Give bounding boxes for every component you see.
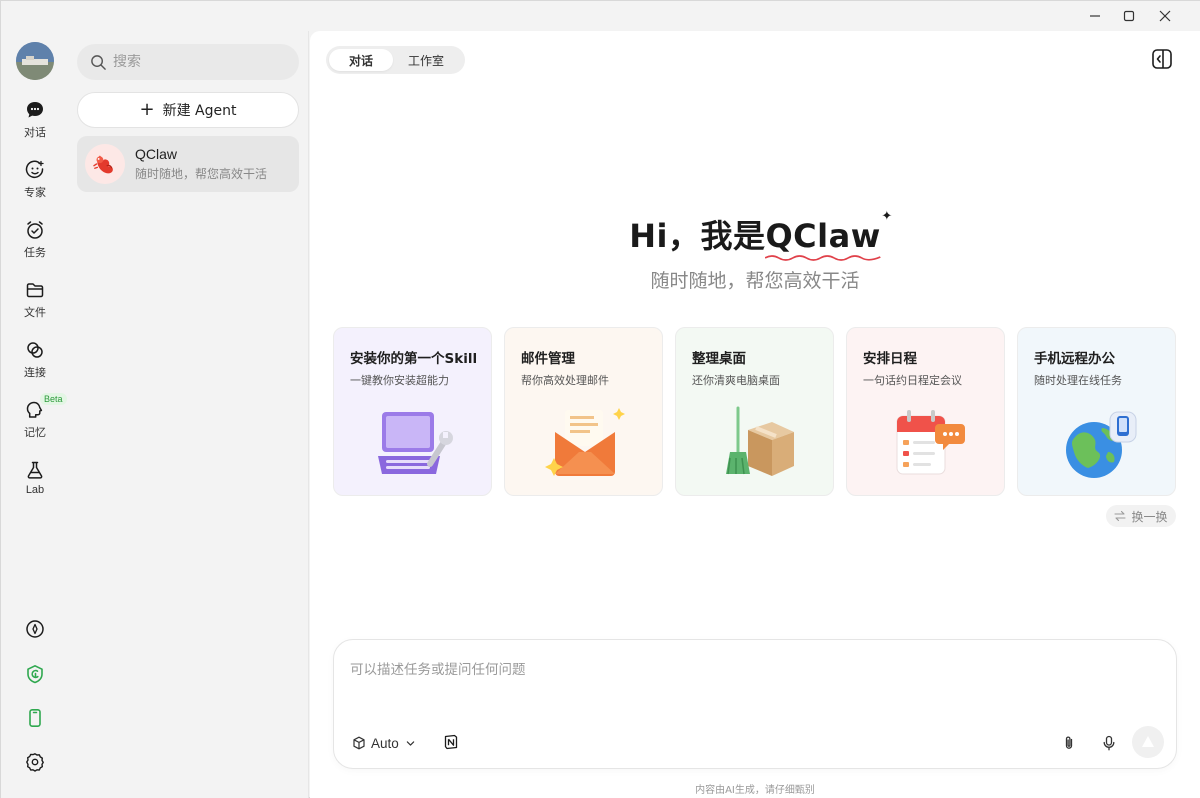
rail-label-connect: 连接 (24, 366, 46, 379)
rail-item-lab[interactable]: Lab (1, 459, 69, 511)
attach-button[interactable] (1058, 732, 1080, 754)
agent-item-qclaw[interactable]: QClaw 随时随地，帮您高效干活 (77, 136, 299, 192)
settings-button[interactable] (1, 747, 69, 777)
envelope-icon (545, 408, 625, 476)
voice-input-button[interactable] (1098, 732, 1120, 754)
chevron-down-icon (406, 740, 415, 746)
nav-rail: 对话 专家 任务 文件 连接 Beta 记忆 Lab (1, 31, 69, 798)
prompt-input[interactable] (350, 658, 1150, 708)
tab-studio[interactable]: 工作室 (393, 49, 459, 71)
send-arrow-icon (1142, 736, 1154, 747)
card-title: 整理桌面 (692, 351, 746, 367)
card-subtitle: 随时处理在线任务 (1034, 374, 1122, 387)
search-input[interactable] (113, 54, 283, 70)
swap-icon (1114, 510, 1127, 522)
title-bar (1, 1, 1200, 31)
rail-item-memory[interactable]: Beta 记忆 (1, 393, 69, 451)
calendar-icon (896, 410, 965, 475)
rail-label-task: 任务 (24, 246, 46, 259)
notion-icon[interactable] (443, 734, 459, 750)
card-desktop[interactable]: 整理桌面 还你清爽电脑桌面 (675, 327, 834, 496)
avatar[interactable] (16, 42, 54, 80)
search-icon (91, 54, 106, 70)
card-subtitle: 还你清爽电脑桌面 (692, 374, 780, 387)
compass-button[interactable] (1, 614, 69, 644)
maximize-icon (1123, 10, 1135, 22)
swap-label: 换一换 (1131, 509, 1168, 524)
card-title: 邮件管理 (521, 351, 575, 367)
ai-disclaimer: 内容由AI生成，请仔细甄别 (695, 785, 815, 796)
card-subtitle: 一键教你安装超能力 (350, 374, 449, 387)
hero-brand: QClaw ✦ (765, 209, 892, 261)
broom-box-icon (726, 406, 794, 476)
hero-subtitle: 随时随地，帮您高效干活 (650, 270, 860, 292)
card-email[interactable]: 邮件管理 帮你高效处理邮件 (504, 327, 663, 496)
shield-icon (27, 665, 43, 684)
hero-title: Hi，我是QClaw ✦ (310, 209, 1200, 261)
close-button[interactable] (1147, 5, 1183, 27)
sparkle-icon: ✦ (881, 209, 893, 224)
card-schedule[interactable]: 安排日程 一句话约日程定会议 (846, 327, 1005, 496)
phone-icon (29, 708, 41, 727)
rail-item-connect[interactable]: 连接 (1, 339, 69, 391)
hero-greeting: Hi，我是 (629, 217, 766, 255)
avatar-image (16, 42, 54, 80)
folder-icon (24, 279, 46, 301)
microphone-icon (1103, 735, 1115, 751)
link-icon (24, 339, 46, 361)
swap-button[interactable]: 换一换 (1106, 505, 1176, 527)
cube-icon (353, 736, 365, 750)
search-box[interactable] (77, 44, 299, 80)
model-selector[interactable]: Auto (352, 732, 416, 754)
plus-icon: + (139, 98, 155, 120)
globe-phone-icon (1066, 411, 1137, 478)
minimize-button[interactable] (1077, 5, 1113, 27)
squiggle-underline (765, 255, 881, 261)
rail-label-expert: 专家 (24, 186, 46, 199)
composer: Auto (333, 639, 1177, 769)
maximize-button[interactable] (1111, 5, 1147, 27)
close-icon (1159, 10, 1171, 22)
agent-sidebar: + 新建 Agent QClaw 随时随地，帮您高效干活 (69, 31, 309, 798)
card-subtitle: 帮你高效处理邮件 (521, 374, 609, 387)
card-remote-office[interactable]: 手机远程办公 随时处理在线任务 (1017, 327, 1176, 496)
phone-button[interactable] (1, 703, 69, 733)
rail-item-task[interactable]: 任务 (1, 219, 69, 271)
chat-icon (24, 99, 46, 121)
minimize-icon (1090, 15, 1100, 17)
card-subtitle: 一句话约日程定会议 (863, 374, 962, 387)
settings-icon (26, 753, 44, 772)
laptop-wrench-icon (378, 412, 453, 474)
send-button[interactable] (1132, 726, 1164, 758)
paperclip-icon (1065, 736, 1073, 749)
rail-label-chat: 对话 (24, 126, 46, 139)
main-panel: 对话 工作室 Hi，我是QClaw ✦ 随时随地，帮您高效干活 安装你的第一个S… (310, 31, 1200, 798)
rail-item-files[interactable]: 文件 (1, 279, 69, 331)
agent-subtitle: 随时随地，帮您高效干活 (135, 167, 268, 181)
new-agent-label: 新建 Agent (162, 103, 237, 119)
task-icon (24, 219, 46, 241)
rail-item-expert[interactable]: 专家 (1, 159, 69, 211)
rail-item-chat[interactable]: 对话 (1, 99, 69, 151)
card-title: 安排日程 (863, 351, 917, 367)
new-agent-button[interactable]: + 新建 Agent (77, 92, 299, 128)
rail-label-files: 文件 (24, 306, 46, 319)
card-install-skill[interactable]: 安装你的第一个Skill 一键教你安装超能力 (333, 327, 492, 496)
app-window: 对话 专家 任务 文件 连接 Beta 记忆 Lab 搜索 + 新建 Agent… (0, 0, 1200, 798)
agent-name: QClaw (135, 146, 178, 162)
expert-icon (24, 159, 46, 181)
security-button[interactable] (1, 659, 69, 689)
rail-label-lab: Lab (25, 484, 45, 496)
panel-toggle-icon[interactable] (1151, 48, 1173, 70)
flask-icon (24, 459, 46, 481)
model-label: Auto (371, 735, 399, 751)
tab-chat[interactable]: 对话 (329, 49, 393, 71)
mode-tabs: 对话 工作室 (326, 46, 465, 74)
beta-badge: Beta (40, 393, 67, 405)
rail-label-memory: 记忆 (24, 426, 46, 439)
card-title: 安装你的第一个Skill (350, 351, 478, 367)
qclaw-logo-icon (85, 144, 125, 184)
compass-icon (26, 620, 44, 638)
card-title: 手机远程办公 (1034, 351, 1115, 367)
